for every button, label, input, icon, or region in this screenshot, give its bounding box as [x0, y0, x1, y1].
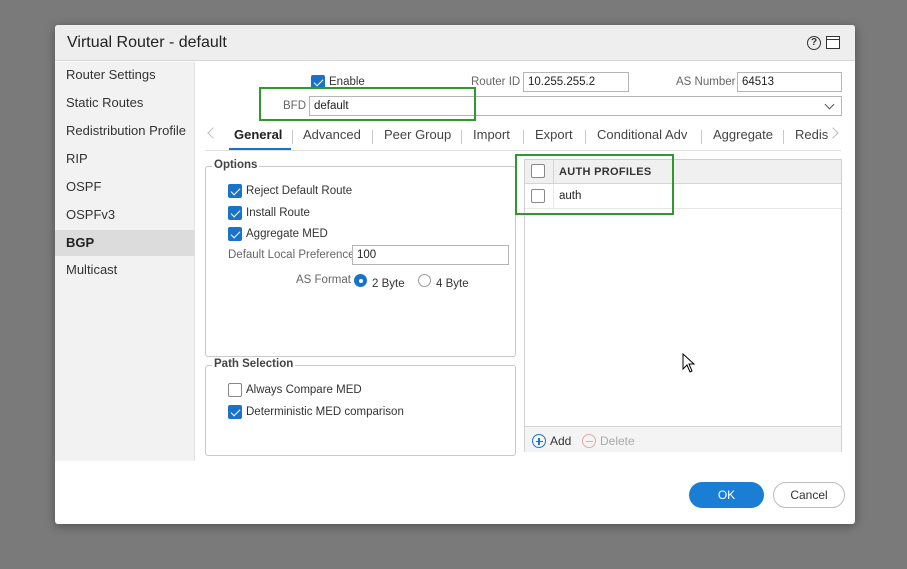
- tab-general[interactable]: General: [234, 127, 282, 142]
- default-local-pref-label: Default Local Preference: [228, 249, 355, 261]
- always-compare-med-label: Always Compare MED: [246, 384, 362, 396]
- as-format-2byte-radio[interactable]: [354, 274, 367, 287]
- sidebar-item-router-settings[interactable]: Router Settings: [55, 62, 195, 88]
- sidebar-item-ospfv3[interactable]: OSPFv3: [55, 202, 195, 228]
- tab-aggregate[interactable]: Aggregate: [713, 127, 773, 142]
- tab-redistribution[interactable]: Redis: [795, 127, 828, 142]
- router-id-label: Router ID: [471, 76, 521, 88]
- as-format-4byte-label: 4 Byte: [436, 278, 469, 290]
- ok-button[interactable]: OK: [689, 482, 764, 508]
- tab-advanced[interactable]: Advanced: [303, 127, 361, 142]
- always-compare-med-checkbox[interactable]: [228, 383, 242, 397]
- bfd-label: BFD: [283, 100, 306, 112]
- tab-conditional-adv[interactable]: Conditional Adv: [597, 127, 687, 142]
- as-number-input[interactable]: [737, 72, 842, 92]
- router-id-input[interactable]: [523, 72, 629, 92]
- aggregate-med-checkbox[interactable]: [228, 227, 242, 241]
- reject-default-route-checkbox[interactable]: [228, 184, 242, 198]
- tab-separator: [783, 130, 784, 144]
- help-icon[interactable]: ?: [807, 36, 821, 50]
- sidebar-item-ospf[interactable]: OSPF: [55, 174, 195, 200]
- sidebar-nav: Router Settings Static Routes Redistribu…: [55, 62, 195, 461]
- virtual-router-dialog: Virtual Router - default ? Router Settin…: [55, 25, 855, 524]
- auth-profiles-table: AUTH PROFILES auth Add Delete: [524, 159, 842, 452]
- table-header: AUTH PROFILES: [525, 160, 841, 184]
- deterministic-med-label: Deterministic MED comparison: [246, 406, 404, 418]
- table-row[interactable]: auth: [525, 185, 841, 209]
- row-checkbox[interactable]: [531, 189, 545, 203]
- column-separator: [553, 185, 554, 208]
- delete-icon: [582, 434, 596, 448]
- active-tab-underline: [229, 148, 291, 150]
- install-route-checkbox[interactable]: [228, 206, 242, 220]
- tab-separator: [372, 130, 373, 144]
- bfd-select[interactable]: default: [309, 96, 842, 116]
- tab-export[interactable]: Export: [535, 127, 573, 142]
- tab-bar: General Advanced Peer Group Import Expor…: [205, 121, 841, 151]
- sidebar-item-redistribution-profile[interactable]: Redistribution Profile: [55, 118, 195, 144]
- aggregate-med-label: Aggregate MED: [246, 228, 328, 240]
- sidebar-item-multicast[interactable]: Multicast: [55, 257, 195, 283]
- as-number-label: AS Number: [676, 76, 736, 88]
- tab-separator: [523, 130, 524, 144]
- reject-default-route-label: Reject Default Route: [246, 185, 353, 197]
- dialog-title: Virtual Router - default: [67, 34, 227, 51]
- cancel-button[interactable]: Cancel: [773, 482, 845, 508]
- default-local-pref-input[interactable]: [352, 245, 509, 265]
- options-group-title: Options: [212, 159, 260, 171]
- auth-profile-name-cell: auth: [559, 190, 582, 202]
- path-selection-group-title: Path Selection: [212, 358, 296, 370]
- sidebar-item-rip[interactable]: RIP: [55, 146, 195, 172]
- tab-import[interactable]: Import: [473, 127, 510, 142]
- tab-peer-group[interactable]: Peer Group: [384, 127, 451, 142]
- as-format-4byte-radio[interactable]: [418, 274, 431, 287]
- tab-separator: [585, 130, 586, 144]
- tab-separator: [292, 130, 293, 144]
- sidebar-item-bgp[interactable]: BGP: [55, 230, 195, 256]
- mouse-cursor-icon: [682, 353, 696, 373]
- dialog-titlebar: Virtual Router - default ?: [55, 25, 855, 61]
- enable-checkbox[interactable]: [311, 75, 325, 89]
- select-all-checkbox[interactable]: [531, 164, 545, 178]
- enable-label: Enable: [329, 76, 365, 88]
- deterministic-med-checkbox[interactable]: [228, 405, 242, 419]
- auth-profiles-column-header[interactable]: AUTH PROFILES: [559, 166, 652, 178]
- as-format-2byte-label: 2 Byte: [372, 278, 405, 290]
- tab-separator: [701, 130, 702, 144]
- add-button[interactable]: Add: [550, 434, 571, 448]
- delete-button: Delete: [600, 434, 635, 448]
- add-icon[interactable]: [532, 434, 546, 448]
- table-footer: Add Delete: [525, 426, 841, 452]
- install-route-label: Install Route: [246, 207, 310, 219]
- maximize-icon[interactable]: [826, 36, 840, 49]
- as-format-label: AS Format: [296, 274, 351, 286]
- column-separator: [553, 160, 554, 184]
- sidebar-item-static-routes[interactable]: Static Routes: [55, 90, 195, 116]
- tab-separator: [461, 130, 462, 144]
- bfd-select-value: default: [314, 100, 349, 112]
- chevron-down-icon: [824, 99, 835, 110]
